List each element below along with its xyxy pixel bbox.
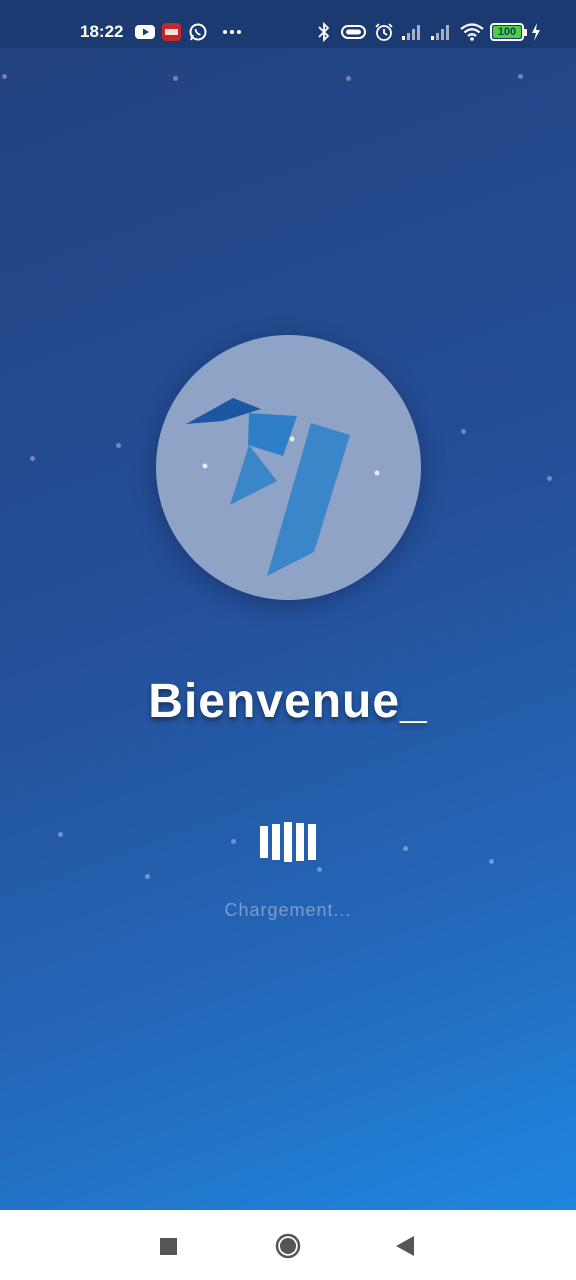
whatsapp-icon — [189, 23, 207, 41]
star-dot — [145, 874, 150, 879]
star-dot — [58, 832, 63, 837]
star-dot — [173, 76, 178, 81]
loader-bar — [272, 824, 280, 860]
star-dot — [461, 429, 466, 434]
loader-bar — [308, 824, 316, 860]
navigation-bar — [0, 1210, 576, 1280]
battery-saver-icon — [341, 25, 366, 39]
star-dot — [547, 476, 552, 481]
star-dot — [2, 74, 7, 79]
splash-screen: 18:22 100 Bienvenue_ Chargement... — [0, 0, 576, 1210]
star-dot — [489, 859, 494, 864]
bluetooth-icon — [318, 22, 330, 42]
battery-level: 100 — [497, 26, 517, 38]
loading-text: Chargement... — [224, 900, 352, 920]
loader-bar — [296, 823, 304, 861]
app-logo — [156, 335, 421, 600]
signal-icon — [431, 25, 449, 40]
welcome-title: Bienvenue_ — [148, 675, 428, 728]
more-notifications-icon — [223, 30, 241, 34]
star-dot — [116, 443, 121, 448]
wifi-icon — [460, 23, 484, 41]
star-dot — [30, 456, 35, 461]
triangle-back-icon — [396, 1236, 414, 1256]
status-bar: 18:22 100 — [0, 0, 576, 48]
home-button[interactable] — [274, 1232, 302, 1260]
logo-mark-icon — [186, 398, 380, 576]
charging-icon — [532, 23, 540, 41]
battery-icon: 100 — [490, 23, 527, 41]
recents-button[interactable] — [154, 1232, 182, 1260]
signal-icon — [402, 25, 420, 40]
alarm-icon — [375, 23, 393, 41]
news-app-icon — [162, 23, 181, 41]
star-dot — [346, 76, 351, 81]
star-dot — [317, 867, 322, 872]
circle-icon — [275, 1233, 301, 1259]
loading-spinner-icon — [260, 822, 316, 864]
star-dot — [231, 839, 236, 844]
square-icon — [160, 1238, 177, 1255]
star-dot — [518, 74, 523, 79]
loader-bar — [260, 826, 268, 858]
youtube-icon — [135, 25, 155, 39]
star-dot — [403, 846, 408, 851]
status-time: 18:22 — [80, 22, 124, 41]
back-button[interactable] — [392, 1232, 420, 1260]
loader-bar — [284, 822, 292, 862]
